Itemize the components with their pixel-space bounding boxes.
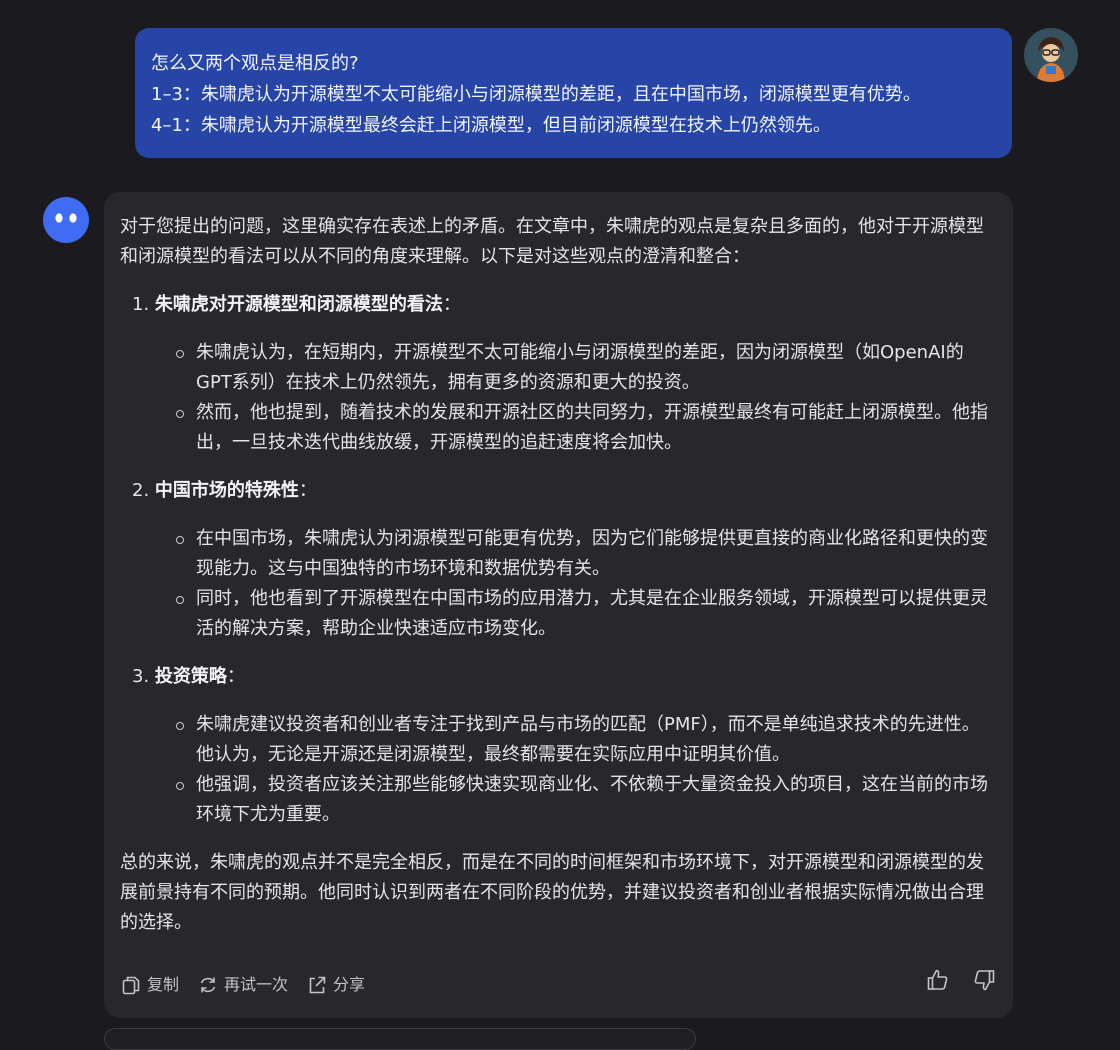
list-item-text: 朱啸虎认为，在短期内，开源模型不太可能缩小与闭源模型的差距，因为闭源模型（如Op… (196, 342, 964, 393)
assistant-message-card: 对于您提出的问题，这里确实存在表述上的矛盾。在文章中，朱啸虎的观点是复杂且多面的… (104, 192, 1013, 1018)
like-button[interactable] (925, 967, 951, 1003)
list-item-text: 同时，他也看到了开源模型在中国市场的应用潜力，尤其是在企业服务领域，开源模型可以… (196, 588, 988, 639)
answer-section: 2. 中国市场的特殊性： 在中国市场，朱啸虎认为闭源模型可能更有优势，因为它们能… (120, 476, 997, 644)
share-icon (309, 976, 326, 994)
user-avatar-image (1024, 28, 1078, 82)
assistant-avatar (42, 196, 90, 244)
list-item: 朱啸虎认为，在短期内，开源模型不太可能缩小与闭源模型的差距，因为闭源模型（如Op… (120, 338, 997, 398)
section-heading: 2. 中国市场的特殊性： (120, 476, 997, 506)
assistant-intro-text: 对于您提出的问题，这里确实存在表述上的矛盾。在文章中，朱啸虎的观点是复杂且多面的… (120, 216, 984, 267)
refresh-icon (200, 977, 216, 993)
retry-button[interactable]: 再试一次 (197, 970, 288, 1000)
section-title: 投资策略 (154, 666, 227, 687)
list-item: 然而，他也提到，随着技术的发展和开源社区的共同努力，开源模型最终有可能赶上闭源模… (120, 398, 997, 458)
list-item: 同时，他也看到了开源模型在中国市场的应用潜力，尤其是在企业服务领域，开源模型可以… (120, 584, 997, 644)
bullet-marker (176, 536, 184, 544)
section-heading: 1. 朱啸虎对开源模型和闭源模型的看法： (120, 290, 997, 320)
bullet-marker (176, 596, 184, 604)
copy-label: 复制 (147, 975, 180, 994)
section-number: 2. (132, 480, 150, 501)
section-title: 中国市场的特殊性 (154, 480, 299, 501)
section-title: 朱啸虎对开源模型和闭源模型的看法 (154, 294, 443, 315)
retry-label: 再试一次 (224, 975, 289, 994)
section-heading: 3. 投资策略： (120, 662, 997, 692)
section-colon: ： (298, 480, 317, 501)
section-number: 3. (132, 666, 150, 687)
list-item: 朱啸虎建议投资者和创业者专注于找到产品与市场的匹配（PMF），而不是单纯追求技术… (120, 710, 997, 770)
copy-button[interactable]: 复制 (120, 970, 179, 1000)
section-colon: ： (226, 666, 245, 687)
user-message-bubble: 怎么又两个观点是相反的? 1–3：朱啸虎认为开源模型不太可能缩小与闭源模型的差距… (135, 28, 1012, 158)
bullet-marker (176, 350, 184, 358)
user-message-line: 1–3：朱啸虎认为开源模型不太可能缩小与闭源模型的差距，且在中国市场，闭源模型更… (151, 84, 921, 105)
bullet-marker (176, 722, 184, 730)
bullet-marker (176, 782, 184, 790)
section-number: 1. (132, 294, 150, 315)
share-button[interactable]: 分享 (306, 970, 365, 1000)
answer-section: 3. 投资策略： 朱啸虎建议投资者和创业者专注于找到产品与市场的匹配（PMF），… (120, 662, 997, 830)
answer-section: 1. 朱啸虎对开源模型和闭源模型的看法： 朱啸虎认为，在短期内，开源模型不太可能… (120, 290, 997, 458)
bot-face-icon (43, 197, 89, 243)
thumbs-down-icon (974, 970, 995, 991)
list-item-text: 他强调，投资者应该关注那些能够快速实现商业化、不依赖于大量资金投入的项目，这在当… (196, 774, 988, 825)
user-message-line: 4–1：朱啸虎认为开源模型最终会赶上闭源模型，但目前闭源模型在技术上仍然领先。 (151, 115, 831, 136)
user-avatar[interactable] (1024, 28, 1078, 82)
list-item: 在中国市场，朱啸虎认为闭源模型可能更有优势，因为它们能够提供更直接的商业化路径和… (120, 524, 997, 584)
section-colon: ： (442, 294, 461, 315)
thumbs-up-icon (927, 969, 948, 990)
list-item: 他强调，投资者应该关注那些能够快速实现商业化、不依赖于大量资金投入的项目，这在当… (120, 770, 997, 830)
next-message-edge (104, 1028, 696, 1050)
bullet-marker (176, 410, 184, 418)
message-actions-bar: 复制 再试一次 分享 (120, 967, 997, 1003)
share-label: 分享 (333, 975, 366, 994)
list-item-text: 朱啸虎建议投资者和创业者专注于找到产品与市场的匹配（PMF），而不是单纯追求技术… (196, 714, 980, 765)
dislike-button[interactable] (971, 967, 997, 1003)
copy-icon (122, 976, 140, 995)
list-item-text: 然而，他也提到，随着技术的发展和开源社区的共同努力，开源模型最终有可能赶上闭源模… (196, 402, 988, 453)
list-item-text: 在中国市场，朱啸虎认为闭源模型可能更有优势，因为它们能够提供更直接的商业化路径和… (196, 528, 988, 579)
assistant-conclusion-text: 总的来说，朱啸虎的观点并不是完全相反，而是在不同的时间框架和市场环境下，对开源模… (120, 852, 984, 933)
user-message-line: 怎么又两个观点是相反的? (151, 53, 359, 74)
